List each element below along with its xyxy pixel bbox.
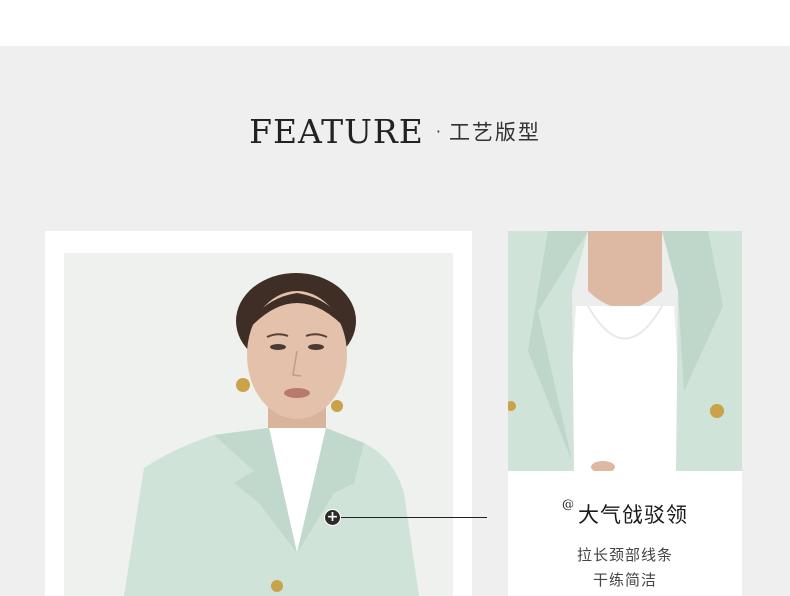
caption-title-row: @ 大气戗驳领	[508, 497, 742, 529]
lapel-hotspot-plus-icon[interactable]: +	[324, 509, 341, 526]
caption-description-line1: 拉长颈部线条	[576, 546, 673, 564]
lapel-closeup-photo	[508, 231, 742, 471]
feature-heading: FEATURE · 工艺版型	[0, 112, 790, 160]
model-photo	[64, 253, 453, 596]
feature-caption-card: @ 大气戗驳领 拉长颈部线条 干练简洁	[508, 471, 742, 596]
feature-separator: ·	[435, 122, 441, 141]
caption-description-line2: 干练简洁	[592, 571, 657, 589]
caption-marker: @	[562, 497, 574, 511]
caption-title: 大气戗驳领	[578, 503, 688, 527]
feature-title-cn: 工艺版型	[448, 120, 541, 145]
feature-title-en: FEATURE	[249, 112, 424, 151]
top-band	[0, 0, 790, 46]
hotspot-pointer-line	[341, 517, 487, 518]
